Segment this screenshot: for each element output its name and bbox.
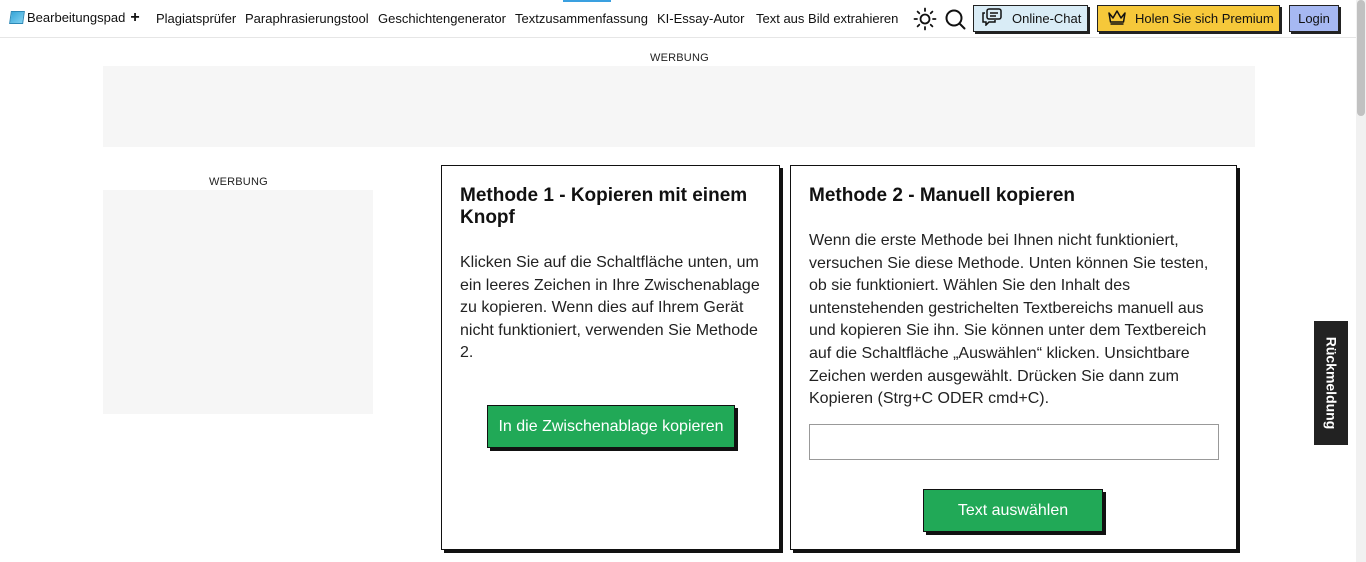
feedback-tab[interactable]: Rückmeldung (1314, 321, 1348, 445)
page-scrollbar[interactable] (1356, 0, 1366, 562)
top-ad-banner (103, 66, 1255, 147)
method2-card: Methode 2 - Manuell kopieren Wenn die er… (790, 165, 1237, 550)
sun-icon[interactable] (913, 7, 937, 31)
feedback-label: Rückmeldung (1323, 336, 1340, 430)
online-chat-button[interactable]: Online-Chat (973, 5, 1088, 32)
scrollbar-thumb[interactable] (1357, 0, 1365, 116)
nav-link-textzusammenfassung[interactable]: Textzusammenfassung (515, 11, 648, 26)
copy-to-clipboard-button[interactable]: In die Zwischenablage kopieren (487, 405, 735, 448)
crown-icon (1107, 9, 1127, 28)
method1-card: Methode 1 - Kopieren mit einem Knopf Kli… (441, 165, 780, 550)
method2-title: Methode 2 - Manuell kopieren (809, 185, 1076, 206)
premium-button[interactable]: Holen Sie sich Premium (1097, 5, 1280, 32)
brand-link[interactable]: Bearbeitungspad + (9, 9, 140, 26)
nav-link-ki-essay-autor[interactable]: KI-Essay-Autor (657, 11, 744, 26)
invisible-character-textarea[interactable] (809, 424, 1219, 460)
online-chat-label: Online-Chat (1012, 11, 1082, 26)
login-button[interactable]: Login (1289, 5, 1339, 32)
side-ad-box (103, 190, 373, 414)
nav-active-indicator (563, 0, 611, 2)
side-ad-label: WERBUNG (209, 176, 268, 188)
plus-icon: + (130, 9, 140, 26)
nav-link-geschichtengenerator[interactable]: Geschichtengenerator (378, 11, 506, 26)
chat-bubble-icon (982, 8, 1002, 29)
top-ad-label: WERBUNG (650, 52, 709, 64)
top-navigation: Bearbeitungspad + Plagiatsprüfer Paraphr… (0, 0, 1356, 38)
method2-description: Wenn die erste Methode bei Ihnen nicht f… (809, 232, 1209, 408)
premium-label: Holen Sie sich Premium (1135, 11, 1274, 26)
nav-link-paraphrasierungstool[interactable]: Paraphrasierungstool (245, 11, 369, 26)
method1-title: Methode 1 - Kopieren mit einem Knopf (460, 185, 748, 228)
method1-description: Klicken Sie auf die Schaltfläche unten, … (460, 254, 760, 362)
nav-link-plagiatspruefer[interactable]: Plagiatsprüfer (156, 11, 236, 26)
nav-link-text-aus-bild[interactable]: Text aus Bild extrahieren (756, 11, 898, 26)
search-icon[interactable] (943, 7, 967, 31)
select-text-button[interactable]: Text auswählen (923, 489, 1103, 532)
notepad-logo-icon (9, 11, 25, 24)
brand-label: Bearbeitungspad (27, 10, 126, 25)
